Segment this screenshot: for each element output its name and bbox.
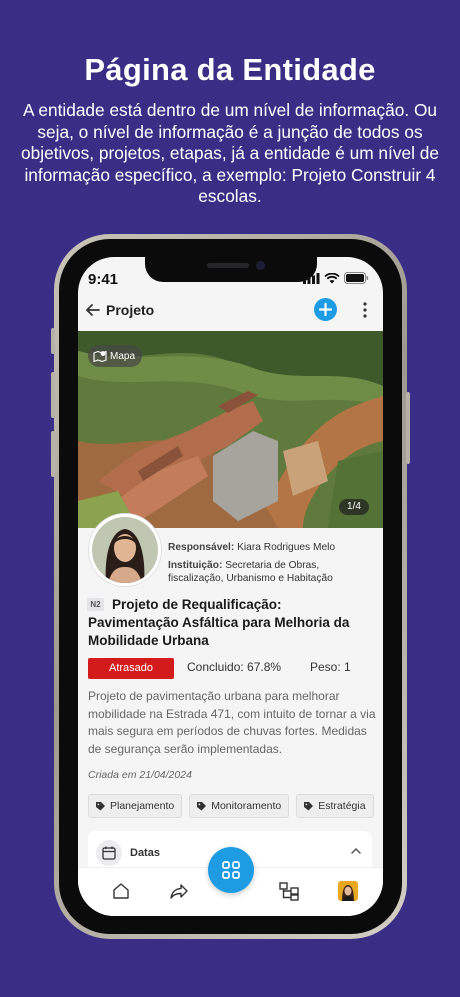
completion-text: Concluido: 67.8% bbox=[187, 660, 282, 674]
tag-planejamento[interactable]: Planejamento bbox=[88, 794, 183, 818]
page-title: Projeto bbox=[106, 302, 155, 318]
dates-label: Datas bbox=[130, 847, 160, 859]
tag-label: Monitoramento bbox=[211, 800, 282, 812]
responsible-name: Kiara Rodrigues Melo bbox=[237, 542, 336, 553]
tag-icon bbox=[96, 801, 105, 810]
project-photo[interactable]: Mapa 1/4 bbox=[78, 331, 383, 528]
grid-icon bbox=[222, 861, 240, 879]
weight-text: Peso: 1 bbox=[310, 660, 351, 674]
menu-fab-button[interactable] bbox=[208, 847, 254, 893]
status-badge: Atrasado bbox=[88, 658, 174, 679]
arrow-left-icon[interactable] bbox=[84, 301, 102, 319]
front-camera bbox=[256, 261, 265, 270]
wifi-icon bbox=[324, 272, 340, 283]
chevron-up-icon[interactable] bbox=[350, 845, 362, 857]
avatar bbox=[89, 514, 161, 586]
speaker bbox=[207, 263, 249, 268]
more-vertical-icon[interactable] bbox=[358, 301, 372, 319]
profile-avatar[interactable] bbox=[338, 881, 358, 901]
map-pin-icon bbox=[93, 350, 107, 363]
tag-icon bbox=[304, 801, 314, 810]
phone-power-button bbox=[406, 392, 410, 464]
phone-volume-down-button bbox=[51, 431, 55, 477]
photo-counter: 1/4 bbox=[339, 499, 369, 515]
person-photo-icon bbox=[92, 517, 158, 583]
tag-label: Planejamento bbox=[110, 800, 175, 812]
institution: Instituição: Secretaria de Obras, fiscal… bbox=[168, 559, 368, 585]
calendar-icon bbox=[102, 846, 116, 860]
calendar-icon-wrap bbox=[96, 840, 122, 866]
status-icons bbox=[303, 272, 369, 284]
phone-volume-up-button bbox=[51, 372, 55, 418]
map-button-label: Mapa bbox=[110, 350, 136, 362]
responsible: Responsável: Kiara Rodrigues Melo bbox=[168, 541, 335, 554]
home-icon[interactable] bbox=[110, 880, 132, 902]
app-bar: Projeto bbox=[78, 295, 383, 327]
add-button[interactable] bbox=[314, 298, 337, 321]
status-time: 9:41 bbox=[88, 271, 119, 288]
institution-label: Instituição: bbox=[168, 560, 223, 571]
battery-icon bbox=[344, 272, 369, 284]
plus-icon bbox=[318, 302, 333, 317]
tag-list: Planejamento Monitoramento Estratégia bbox=[88, 794, 383, 818]
phone-side-button bbox=[51, 328, 55, 354]
phone-screen: 9:41 Projeto Mapa 1/4 Responsável: Kiara… bbox=[78, 257, 383, 916]
hierarchy-icon[interactable] bbox=[278, 880, 300, 902]
tag-monitoramento[interactable]: Monitoramento bbox=[189, 794, 290, 818]
user-photo-icon bbox=[342, 885, 354, 901]
project-title: Projeto de Requalificação: Pavimentação … bbox=[88, 597, 350, 648]
tag-icon bbox=[197, 801, 207, 810]
hero-description: A entidade está dentro de um nível de in… bbox=[21, 100, 439, 206]
share-icon[interactable] bbox=[168, 880, 190, 902]
responsible-label: Responsável: bbox=[168, 542, 235, 553]
created-date: Criada em 21/04/2024 bbox=[88, 769, 192, 781]
hero-title: Página da Entidade bbox=[84, 52, 376, 87]
project-description: Projeto de pavimentação urbana para melh… bbox=[88, 689, 376, 756]
notch bbox=[145, 257, 317, 282]
map-button[interactable]: Mapa bbox=[88, 345, 143, 367]
signal-icon bbox=[303, 272, 320, 284]
tag-label: Estratégia bbox=[318, 800, 366, 812]
tag-estrategia[interactable]: Estratégia bbox=[296, 794, 374, 818]
